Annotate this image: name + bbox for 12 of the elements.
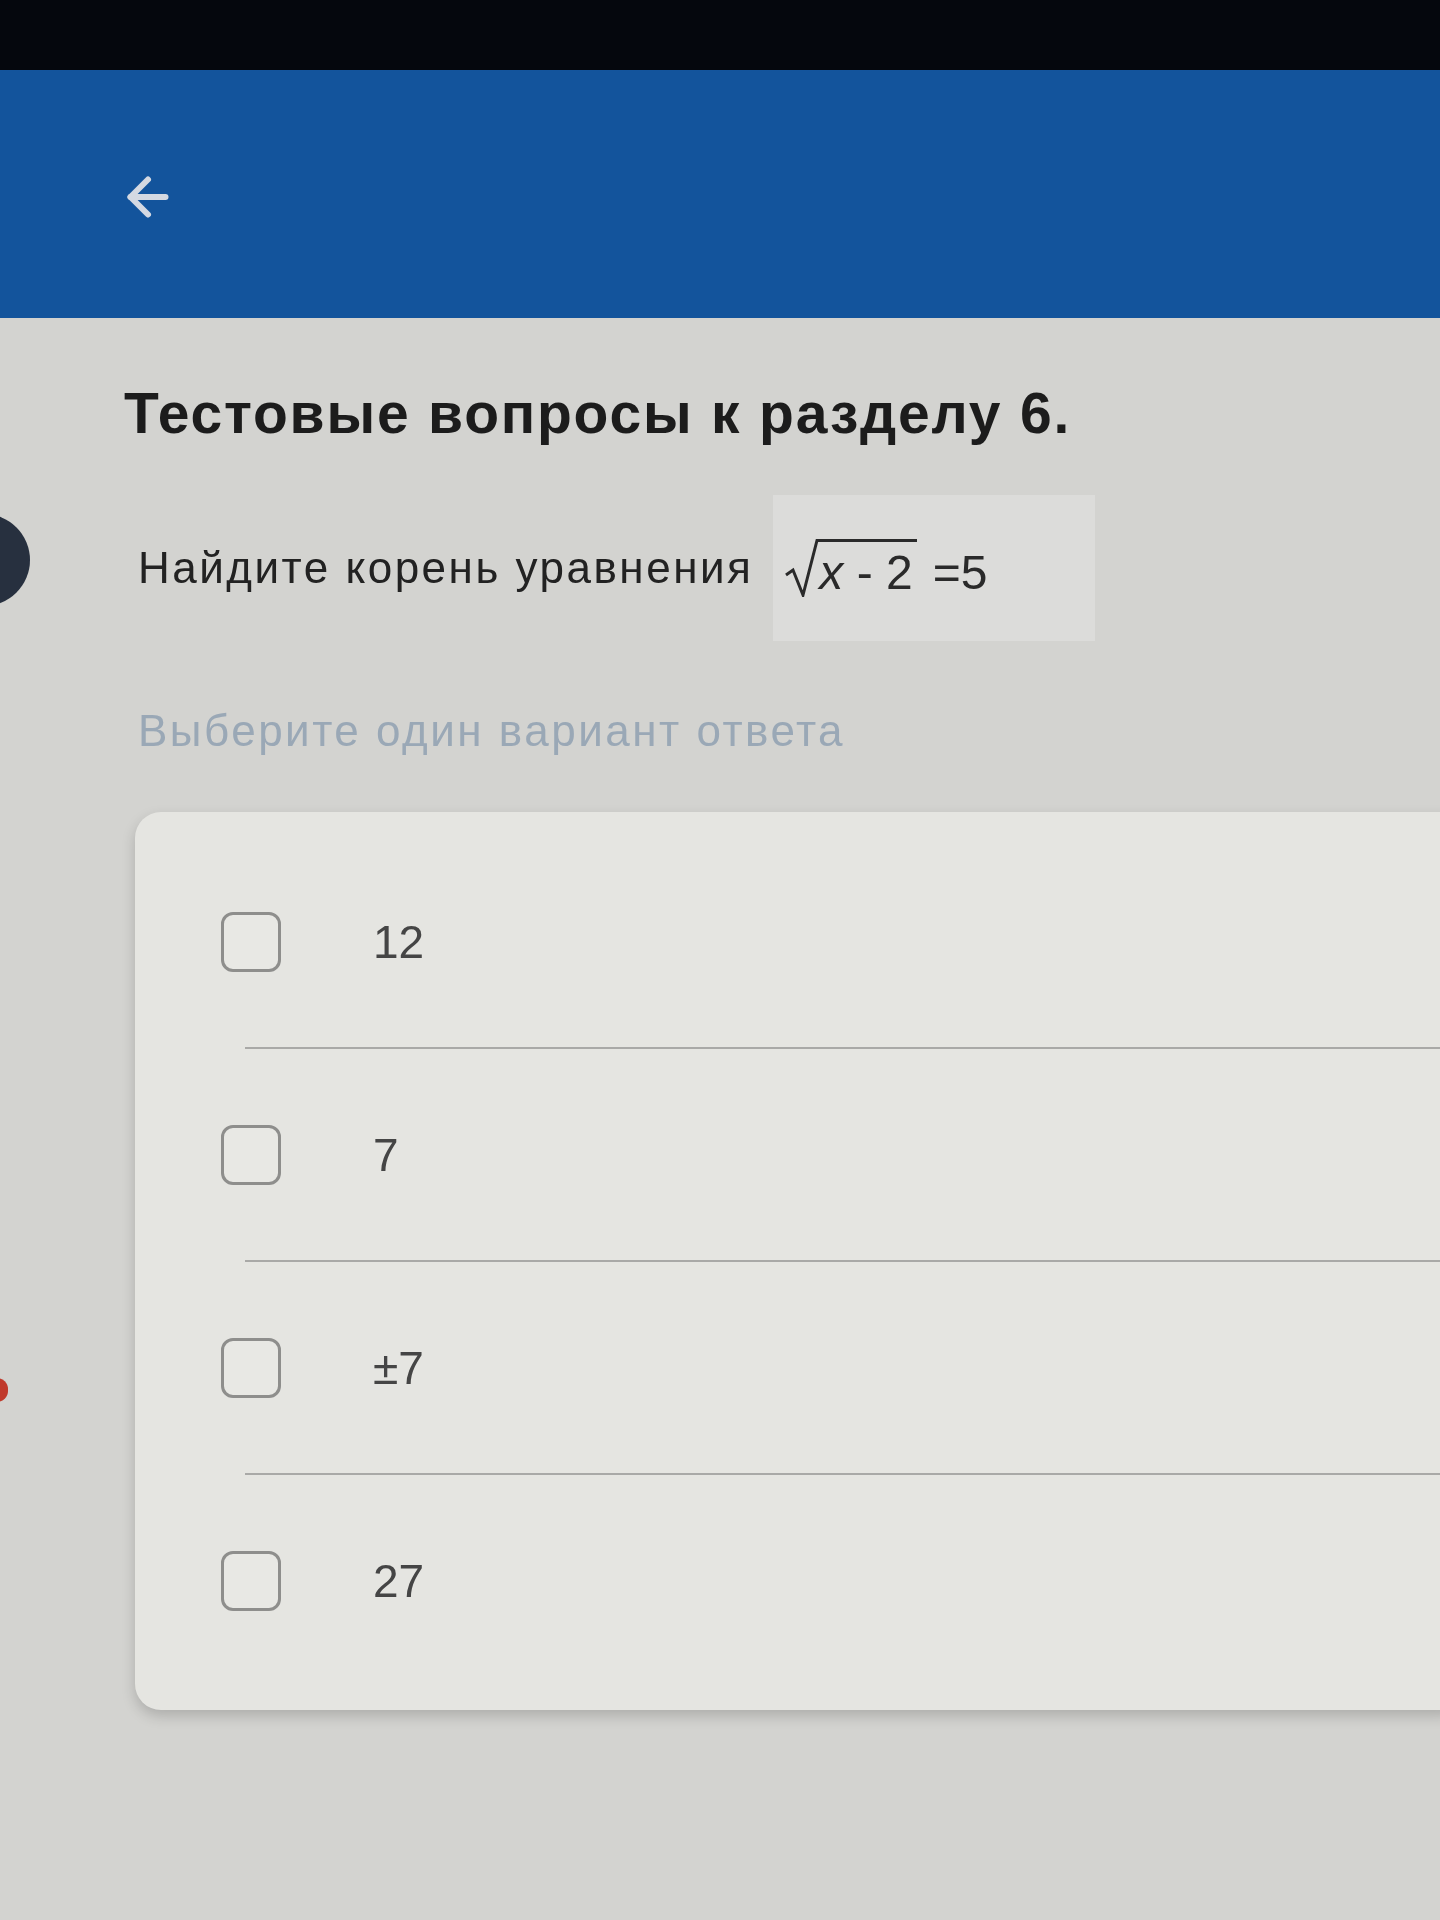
checkbox[interactable] [221, 1550, 281, 1611]
checkbox[interactable] [221, 1337, 281, 1398]
question-text: Найдите корень уравнения [138, 546, 754, 590]
formula-radicand: x - 2 [819, 539, 917, 597]
option-label[interactable]: 7 [373, 1131, 399, 1178]
instruction-text: Выберите один вариант ответа [137, 709, 847, 753]
option-label[interactable]: 27 [373, 1557, 425, 1604]
checkbox[interactable] [221, 911, 281, 972]
option-label[interactable]: 12 [373, 918, 425, 965]
formula-result: =5 [932, 549, 988, 597]
option-label[interactable]: ±7 [373, 1344, 424, 1391]
checkbox[interactable] [221, 1124, 281, 1185]
